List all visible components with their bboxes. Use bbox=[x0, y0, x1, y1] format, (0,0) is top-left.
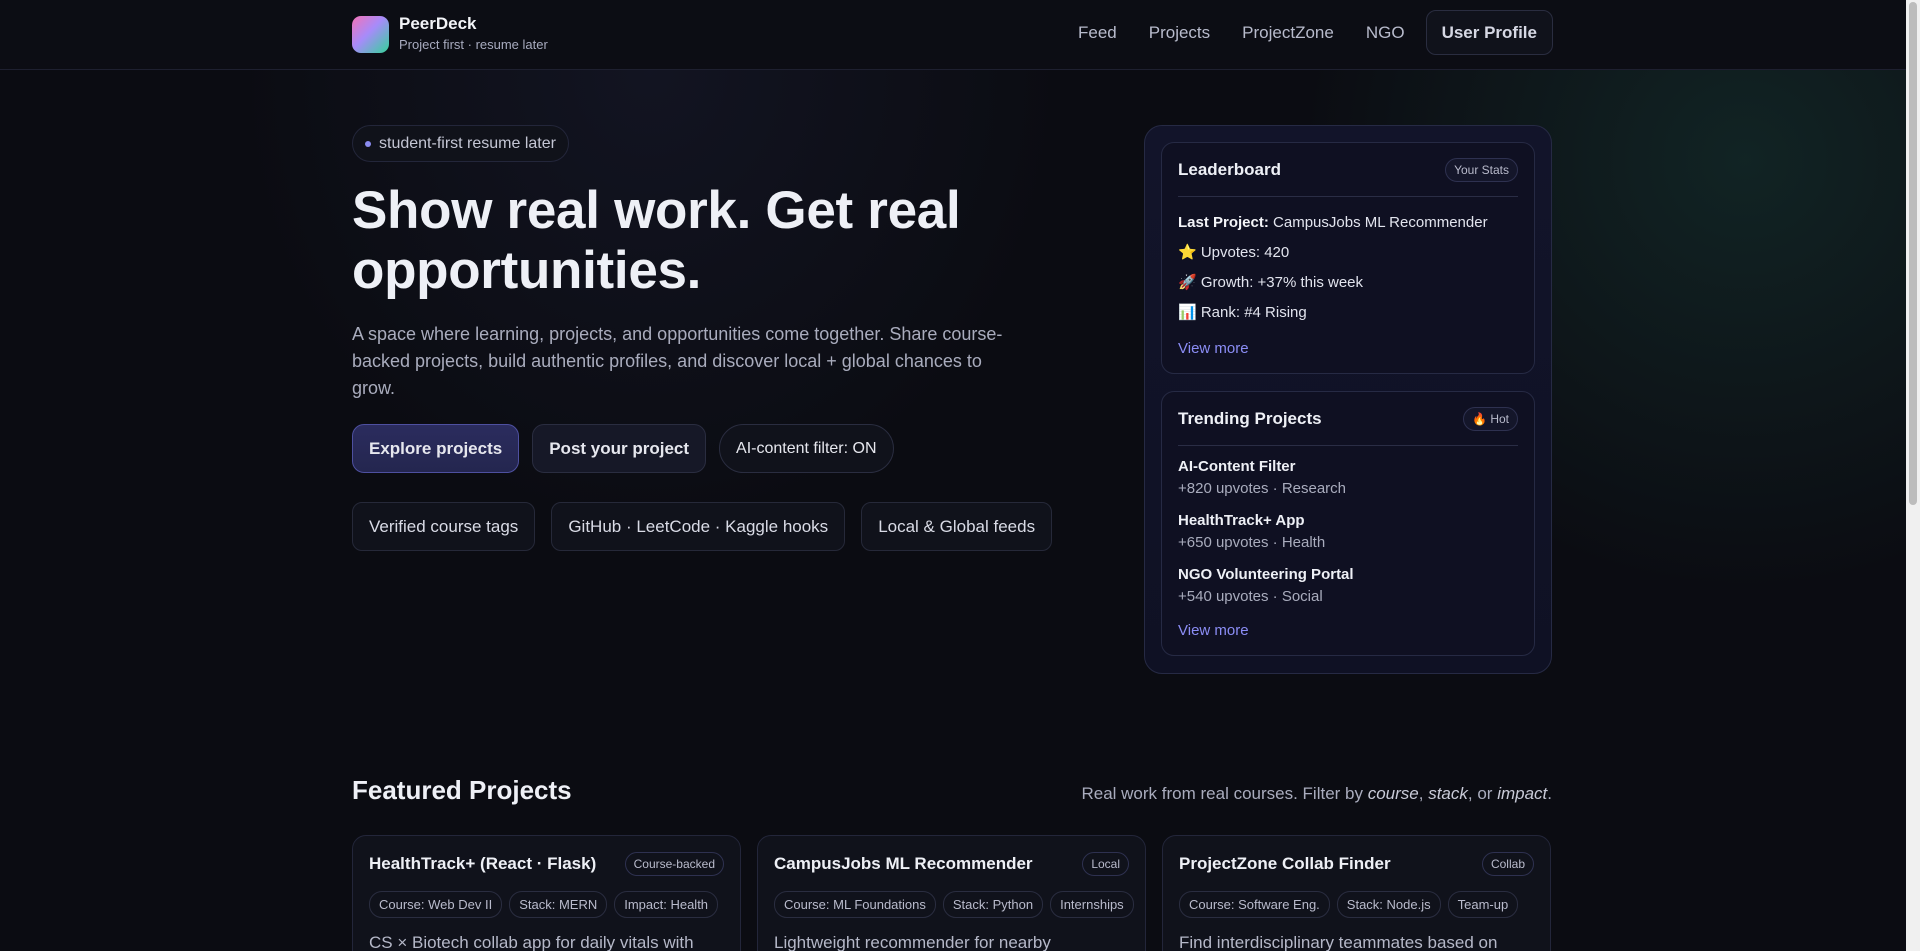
feature-tag[interactable]: GitHub · LeetCode · Kaggle hooks bbox=[551, 502, 846, 551]
project-card-description: Lightweight recommender for nearby bbox=[774, 933, 1051, 951]
project-card-badge: Local bbox=[1082, 851, 1129, 876]
project-card[interactable]: CampusJobs ML Recommender Local Course: … bbox=[757, 835, 1146, 951]
dot-icon bbox=[365, 140, 371, 147]
brand-tagline: Project first · resume later bbox=[399, 37, 548, 52]
project-card-badge: Collab bbox=[1481, 851, 1534, 876]
side-panel: Leaderboard Your Stats Last Project: Cam… bbox=[1144, 125, 1552, 674]
hero-actions: Explore projects Post your project AI-co… bbox=[352, 424, 1092, 473]
nav-ngo[interactable]: NGO bbox=[1355, 11, 1416, 55]
nav-projectzone[interactable]: ProjectZone bbox=[1231, 11, 1345, 55]
project-card-description: CS × Biotech collab app for daily vitals… bbox=[369, 933, 694, 951]
trending-title: Trending Projects bbox=[1178, 408, 1322, 428]
project-card[interactable]: HealthTrack+ (React · Flask) Course-back… bbox=[352, 835, 741, 951]
brand[interactable]: PeerDeck Project first · resume later bbox=[352, 14, 548, 54]
your-stats-badge[interactable]: Your Stats bbox=[1445, 157, 1518, 182]
project-chip[interactable]: Stack: Node.js bbox=[1336, 891, 1441, 918]
trending-list: AI-Content Filter +820 upvotes · Researc… bbox=[1178, 446, 1518, 639]
trending-item-name: NGO Volunteering Portal bbox=[1178, 566, 1354, 583]
scrollbar-thumb[interactable] bbox=[1909, 2, 1917, 505]
leaderboard-header: Leaderboard Your Stats bbox=[1178, 143, 1518, 197]
featured-subtitle: Real work from real courses. Filter by c… bbox=[1081, 784, 1552, 804]
project-card-title: HealthTrack+ (React · Flask) bbox=[369, 853, 597, 873]
growth-stat: 🚀 Growth: +37% this week bbox=[1178, 274, 1364, 291]
project-chip[interactable]: Stack: Python bbox=[942, 891, 1044, 918]
project-card-chips: Course: Web Dev II Stack: MERN Impact: H… bbox=[369, 891, 724, 918]
filter-stack-term: stack bbox=[1428, 784, 1468, 803]
top-header: PeerDeck Project first · resume later Fe… bbox=[0, 0, 1906, 70]
last-project-value: CampusJobs ML Recommender bbox=[1273, 214, 1488, 231]
page-scrollbar[interactable] bbox=[1906, 0, 1920, 951]
trending-item[interactable]: AI-Content Filter +820 upvotes · Researc… bbox=[1178, 456, 1518, 500]
leaderboard-view-more-link[interactable]: View more bbox=[1178, 340, 1518, 357]
project-chip[interactable]: Internships bbox=[1050, 891, 1134, 918]
post-project-button[interactable]: Post your project bbox=[532, 424, 707, 473]
project-card-header: HealthTrack+ (React · Flask) Course-back… bbox=[369, 836, 724, 891]
hero-section: student-first resume later Show real wor… bbox=[352, 125, 1092, 551]
project-chip[interactable]: Course: Software Eng. bbox=[1179, 891, 1330, 918]
main-nav: Feed Projects ProjectZone NGO User Profi… bbox=[1067, 10, 1553, 55]
trending-item-meta: +540 upvotes · Social bbox=[1178, 588, 1323, 605]
project-card-chips: Course: Software Eng. Stack: Node.js Tea… bbox=[1179, 891, 1534, 918]
featured-header: Featured Projects Real work from real co… bbox=[352, 775, 1552, 806]
trending-item[interactable]: HealthTrack+ App +650 upvotes · Health bbox=[1178, 510, 1518, 554]
last-project-stat: Last Project: CampusJobs ML Recommender bbox=[1178, 208, 1518, 238]
trending-card: Trending Projects 🔥 Hot AI-Content Filte… bbox=[1161, 391, 1535, 656]
feature-tag[interactable]: Verified course tags bbox=[352, 502, 536, 551]
upvotes-stat: ⭐ Upvotes: 420 bbox=[1178, 244, 1290, 261]
project-cards: HealthTrack+ (React · Flask) Course-back… bbox=[352, 835, 1551, 951]
project-card-header: ProjectZone Collab Finder Collab bbox=[1179, 836, 1534, 891]
trending-item-name: AI-Content Filter bbox=[1178, 458, 1296, 475]
trending-item-meta: +820 upvotes · Research bbox=[1178, 480, 1347, 497]
hero-pill-label: student-first resume later bbox=[379, 134, 556, 152]
project-card-header: CampusJobs ML Recommender Local bbox=[774, 836, 1129, 891]
project-chip[interactable]: Course: ML Foundations bbox=[774, 891, 936, 918]
filter-impact-term: impact bbox=[1497, 784, 1548, 803]
trending-item-meta: +650 upvotes · Health bbox=[1178, 534, 1326, 551]
featured-subtitle-sep: , bbox=[1418, 784, 1429, 803]
trending-item-name: HealthTrack+ App bbox=[1178, 512, 1305, 529]
leaderboard-title: Leaderboard bbox=[1178, 159, 1281, 179]
project-chip[interactable]: Team-up bbox=[1447, 891, 1519, 918]
leaderboard-stats: Last Project: CampusJobs ML Recommender … bbox=[1178, 197, 1518, 328]
project-chip[interactable]: Stack: MERN bbox=[509, 891, 608, 918]
logo-icon bbox=[352, 15, 389, 53]
hero-pill: student-first resume later bbox=[352, 125, 569, 162]
project-card-badge: Course-backed bbox=[624, 851, 724, 876]
trending-item[interactable]: NGO Volunteering Portal +540 upvotes · S… bbox=[1178, 564, 1518, 608]
ai-filter-toggle[interactable]: AI-content filter: ON bbox=[719, 424, 894, 473]
brand-text: PeerDeck Project first · resume later bbox=[399, 14, 548, 54]
featured-subtitle-prefix: Real work from real courses. Filter by bbox=[1081, 784, 1368, 803]
brand-name: PeerDeck bbox=[399, 14, 477, 33]
hot-badge: 🔥 Hot bbox=[1463, 406, 1518, 431]
nav-projects[interactable]: Projects bbox=[1138, 11, 1221, 55]
featured-subtitle-end: . bbox=[1547, 784, 1552, 803]
project-card[interactable]: ProjectZone Collab Finder Collab Course:… bbox=[1162, 835, 1551, 951]
rank-stat: 📊 Rank: #4 Rising bbox=[1178, 304, 1307, 321]
project-card-chips: Course: ML Foundations Stack: Python Int… bbox=[774, 891, 1134, 918]
hero-lead: A space where learning, projects, and op… bbox=[352, 324, 1003, 398]
project-chip[interactable]: Impact: Health bbox=[614, 891, 719, 918]
explore-projects-button[interactable]: Explore projects bbox=[352, 424, 520, 473]
project-card-description: Find interdisciplinary teammates based o… bbox=[1179, 933, 1498, 951]
featured-section: Featured Projects Real work from real co… bbox=[352, 775, 1552, 951]
user-profile-button[interactable]: User Profile bbox=[1425, 10, 1553, 55]
filter-course-term: course bbox=[1367, 784, 1419, 803]
hero-title: Show real work. Get real opportunities. bbox=[352, 181, 961, 300]
featured-title: Featured Projects bbox=[352, 775, 572, 805]
project-chip[interactable]: Course: Web Dev II bbox=[369, 891, 503, 918]
leaderboard-card: Leaderboard Your Stats Last Project: Cam… bbox=[1161, 142, 1535, 374]
trending-header: Trending Projects 🔥 Hot bbox=[1178, 392, 1518, 446]
project-card-title: CampusJobs ML Recommender bbox=[774, 853, 1033, 873]
featured-subtitle-sep: , or bbox=[1467, 784, 1498, 803]
trending-view-more-link[interactable]: View more bbox=[1178, 622, 1518, 639]
project-card-title: ProjectZone Collab Finder bbox=[1179, 853, 1391, 873]
feature-tag[interactable]: Local & Global feeds bbox=[861, 502, 1053, 551]
nav-feed[interactable]: Feed bbox=[1067, 11, 1128, 55]
last-project-label: Last Project: bbox=[1178, 214, 1269, 231]
feature-tags: Verified course tags GitHub · LeetCode ·… bbox=[352, 502, 1092, 551]
